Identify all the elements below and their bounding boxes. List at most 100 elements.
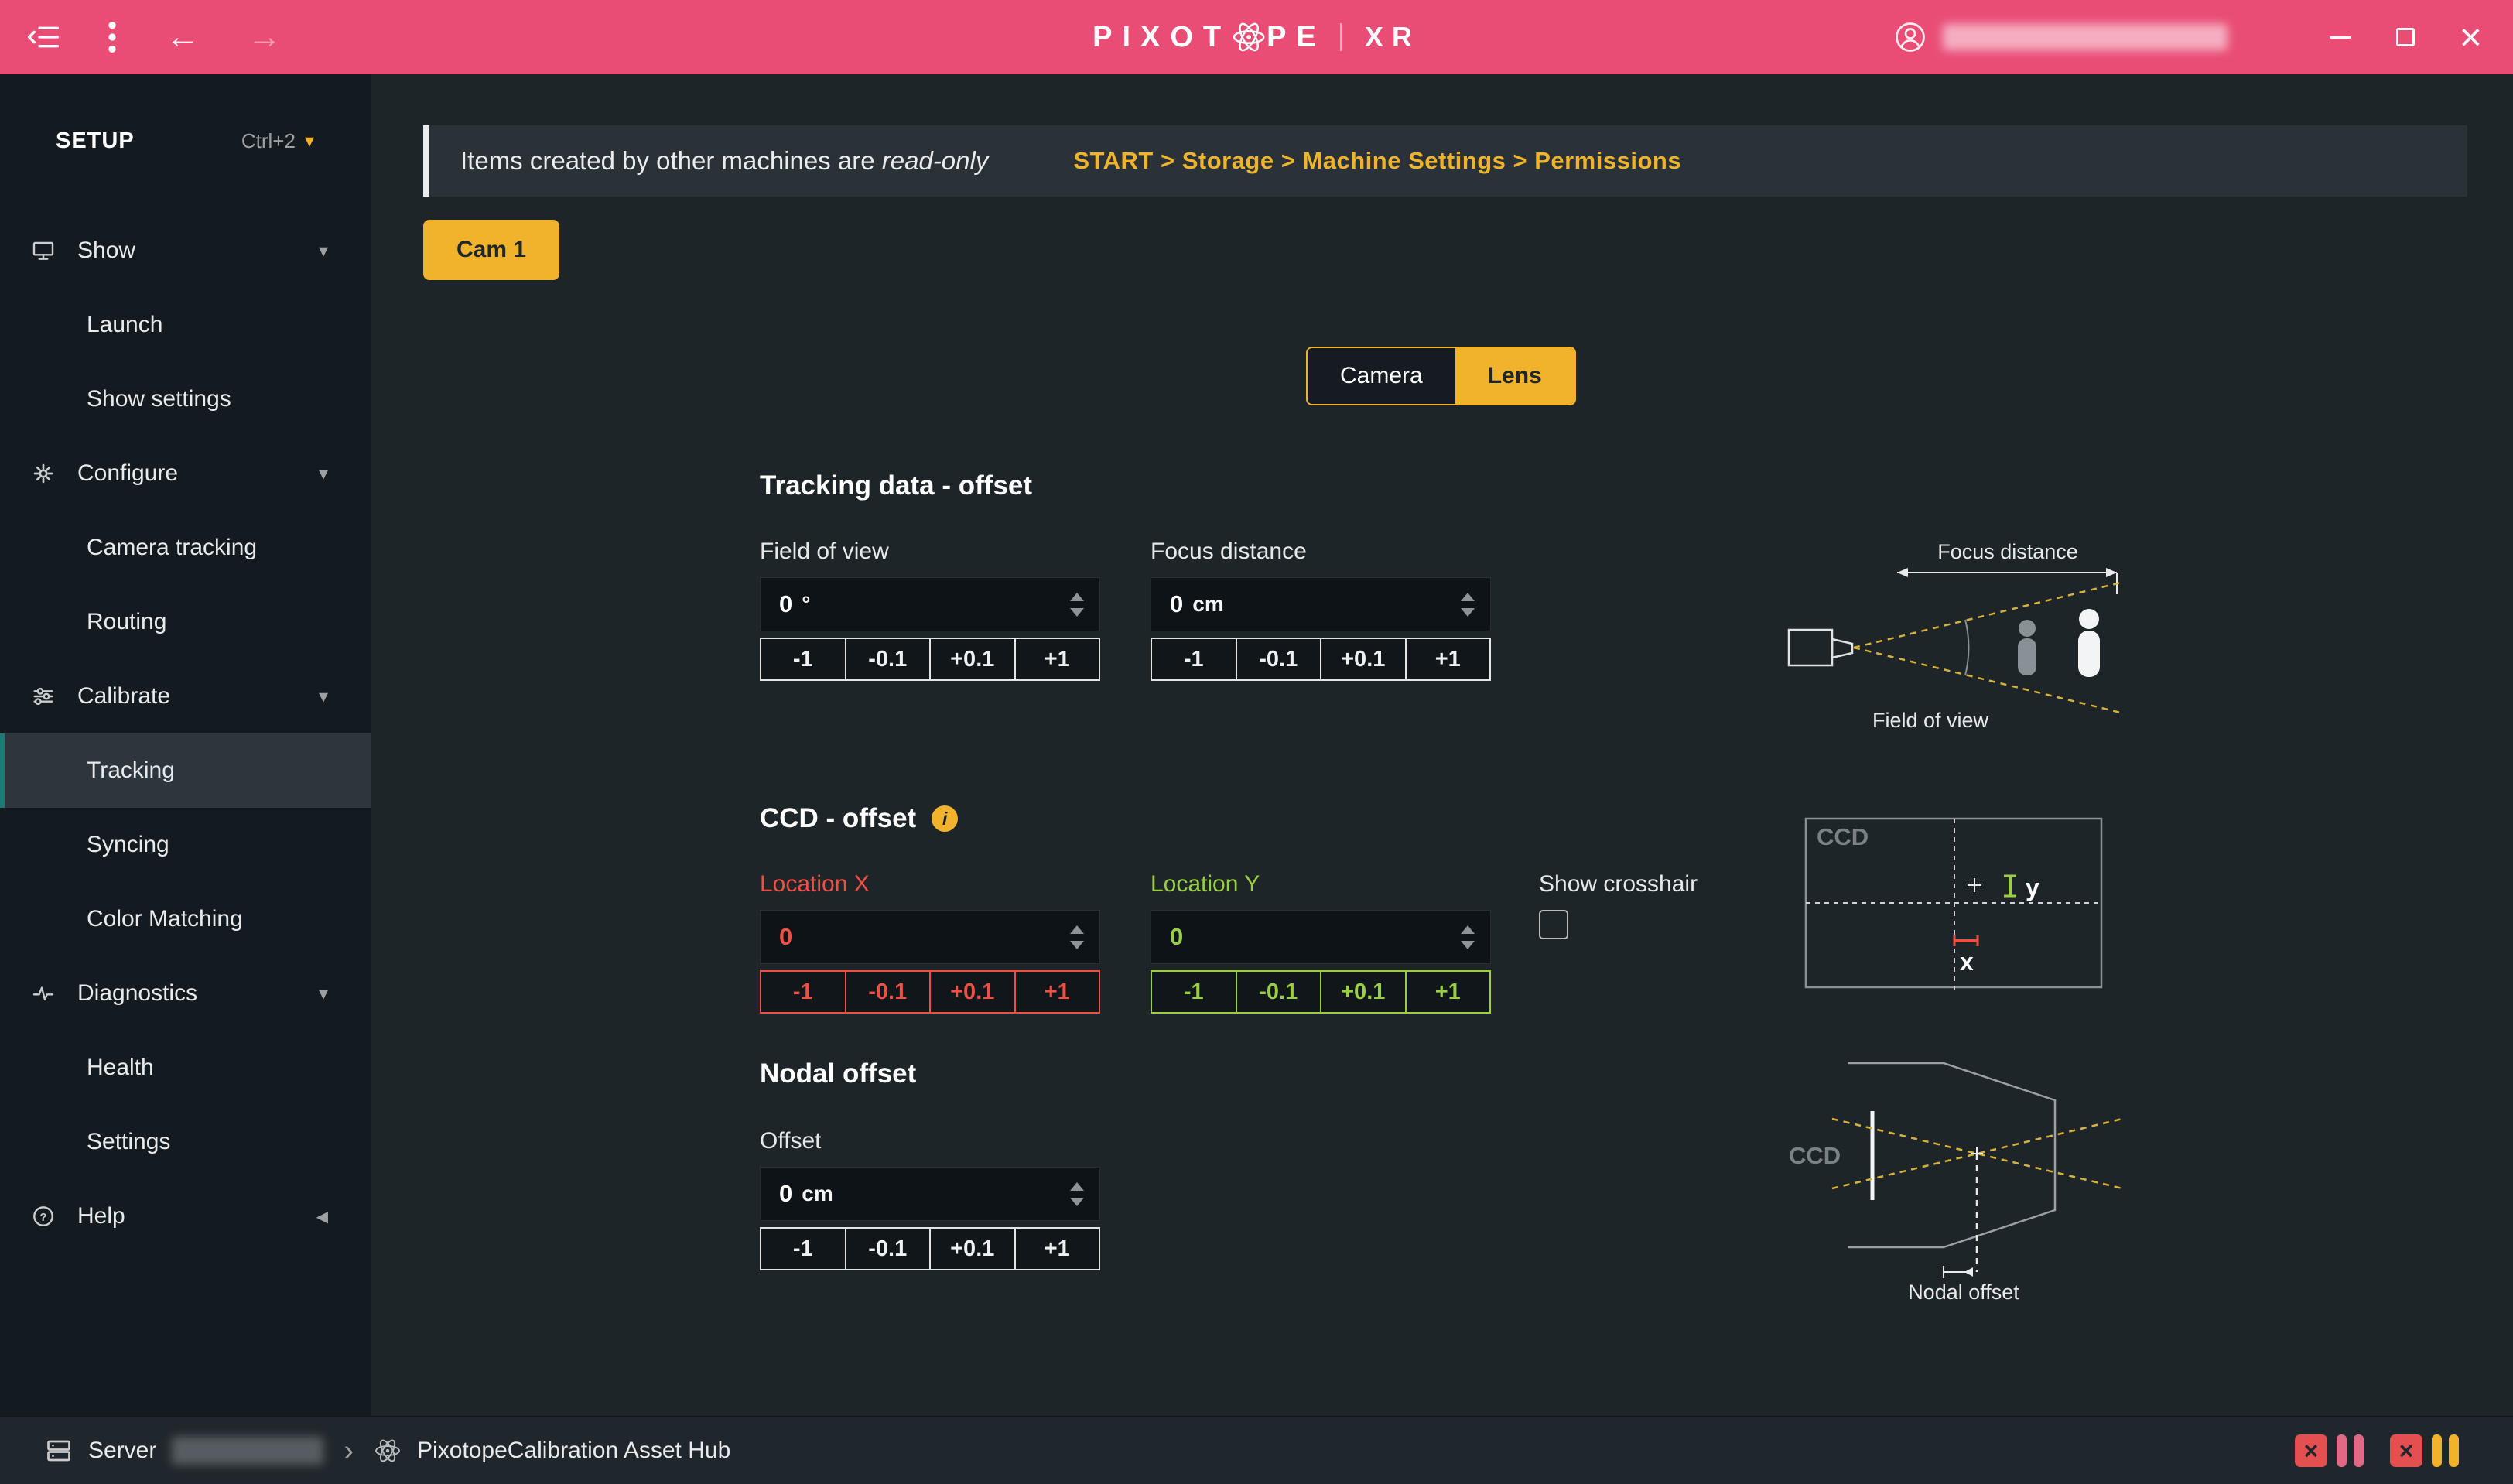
step-minus-0-1-button[interactable]: -0.1 [1236,638,1322,681]
info-icon[interactable]: i [932,805,958,832]
focus-distance-input[interactable]: 0 cm [1151,577,1491,631]
step-minus-1-button[interactable]: -1 [760,1227,846,1270]
step-plus-0-1-button[interactable]: +0.1 [929,1227,1016,1270]
sidebar-section-help[interactable]: ? Help ◀ [0,1179,371,1253]
camera-lens-toggle: Camera Lens [1306,347,1576,405]
sidebar-item-routing[interactable]: Routing [0,585,371,659]
close-button[interactable]: × [2460,18,2482,56]
brand-text-left: PIXOT [1092,21,1231,54]
user-email-redacted [1943,24,2228,50]
pixotope-logo: PIXOT PE XR [1092,19,1421,55]
sidebar-section-calibrate[interactable]: Calibrate ▾ [0,659,371,733]
nodal-offset-diagram: CCD Nodal offset [1778,1041,2134,1304]
sidebar-item-show-settings[interactable]: Show settings [0,362,371,436]
step-plus-0-1-button[interactable]: +0.1 [929,970,1016,1014]
svg-text:CCD: CCD [1817,823,1869,850]
toggle-camera[interactable]: Camera [1308,348,1455,404]
chevron-down-icon: ▾ [319,686,328,708]
readonly-banner: Items created by other machines are read… [423,125,2467,197]
sidebar-section-configure[interactable]: Configure ▾ [0,436,371,511]
svg-text:x: x [1960,948,1974,976]
setup-selector[interactable]: SETUP Ctrl+2 ▾ [0,102,371,180]
status-bar: Server › PixotopeCalibration Asset Hub ×… [0,1416,2513,1484]
stepper[interactable] [1461,925,1475,949]
chevron-down-icon: ▾ [305,130,314,152]
step-minus-1-button[interactable]: -1 [1151,970,1237,1014]
svg-text:?: ? [40,1212,47,1224]
sidebar-section-diagnostics[interactable]: Diagnostics ▾ [0,956,371,1031]
focus-distance-label: Focus distance [1151,539,1491,568]
stop-status-icon[interactable]: × [2390,1434,2422,1467]
step-plus-1-button[interactable]: +1 [1405,638,1492,681]
step-minus-1-button[interactable]: -1 [760,638,846,681]
step-minus-0-1-button[interactable]: -0.1 [845,1227,932,1270]
minimize-button[interactable] [2330,36,2351,39]
chevron-left-icon: ◀ [316,1207,328,1226]
chevron-down-icon: ▾ [319,463,328,485]
maximize-button[interactable] [2396,28,2415,46]
location-y-field: Location Y 0 -1 -0.1 +0.1 +1 [1151,871,1491,1014]
breadcrumb[interactable]: START > Storage > Machine Settings > Per… [1073,147,1681,175]
stop-status-icon[interactable]: × [2295,1434,2327,1467]
step-minus-0-1-button[interactable]: -0.1 [1236,970,1322,1014]
field-of-view-label: Field of view [760,539,1100,568]
nodal-offset-field: Offset 0 cm -1 -0.1 +0.1 +1 [760,1128,1100,1270]
chevron-right-icon: › [344,1436,354,1465]
sidebar-item-tracking[interactable]: Tracking [0,733,371,808]
step-minus-1-button[interactable]: -1 [1151,638,1237,681]
forward-icon[interactable]: → [248,20,282,54]
step-plus-1-button[interactable]: +1 [1014,1227,1101,1270]
nodal-offset-title: Nodal offset [760,1058,916,1089]
show-icon [31,238,59,263]
sidebar-section-show[interactable]: Show ▾ [0,214,371,288]
chevron-down-icon: ▾ [319,983,328,1005]
step-minus-0-1-button[interactable]: -0.1 [845,638,932,681]
chevron-down-icon: ▾ [319,240,328,262]
ccd-diagram: CCD y x [1803,816,2104,995]
sidebar-item-settings[interactable]: Settings [0,1105,371,1179]
stepper[interactable] [1070,593,1084,617]
offset-label: Offset [760,1128,1100,1157]
asset-hub-label[interactable]: PixotopeCalibration Asset Hub [417,1438,730,1464]
location-y-input[interactable]: 0 [1151,910,1491,964]
sidebar-item-syncing[interactable]: Syncing [0,808,371,882]
field-of-view-input[interactable]: 0 ° [760,577,1100,631]
step-plus-0-1-button[interactable]: +0.1 [1320,638,1407,681]
svg-text:Field of view: Field of view [1872,709,1989,732]
back-icon[interactable]: ← [166,20,200,54]
step-plus-1-button[interactable]: +1 [1405,970,1492,1014]
location-y-label: Location Y [1151,871,1491,901]
svg-text:Focus distance: Focus distance [1937,540,2078,563]
pulse-icon [31,981,59,1006]
step-plus-1-button[interactable]: +1 [1014,638,1101,681]
cam-1-tab[interactable]: Cam 1 [423,220,559,280]
pause-bars-pink-icon[interactable] [2337,1434,2364,1467]
content-panel: Items created by other machines are read… [371,74,2513,1416]
user-account-icon[interactable] [1895,22,1926,53]
show-crosshair-label: Show crosshair [1539,871,1698,898]
stepper[interactable] [1070,1182,1084,1206]
step-minus-0-1-button[interactable]: -0.1 [845,970,932,1014]
help-icon: ? [31,1204,59,1229]
show-crosshair-control: Show crosshair [1539,871,1698,939]
sidebar-item-health[interactable]: Health [0,1031,371,1105]
stepper[interactable] [1461,593,1475,617]
offset-input[interactable]: 0 cm [760,1167,1100,1221]
product-label: XR [1365,21,1421,53]
svg-text:Nodal offset: Nodal offset [1908,1281,2019,1304]
location-x-input[interactable]: 0 [760,910,1100,964]
collapse-sidebar-icon[interactable] [28,25,59,50]
show-crosshair-checkbox[interactable] [1539,910,1568,939]
kebab-menu-icon[interactable] [107,20,118,54]
sidebar-item-color-matching[interactable]: Color Matching [0,882,371,956]
toggle-lens[interactable]: Lens [1455,348,1574,404]
step-plus-0-1-button[interactable]: +0.1 [929,638,1016,681]
sidebar-item-camera-tracking[interactable]: Camera tracking [0,511,371,585]
step-plus-0-1-button[interactable]: +0.1 [1320,970,1407,1014]
sidebar-item-launch[interactable]: Launch [0,288,371,362]
step-minus-1-button[interactable]: -1 [760,970,846,1014]
pause-bars-yellow-icon[interactable] [2432,1434,2459,1467]
step-plus-1-button[interactable]: +1 [1014,970,1101,1014]
banner-message: Items created by other machines are read… [460,146,988,176]
stepper[interactable] [1070,925,1084,949]
